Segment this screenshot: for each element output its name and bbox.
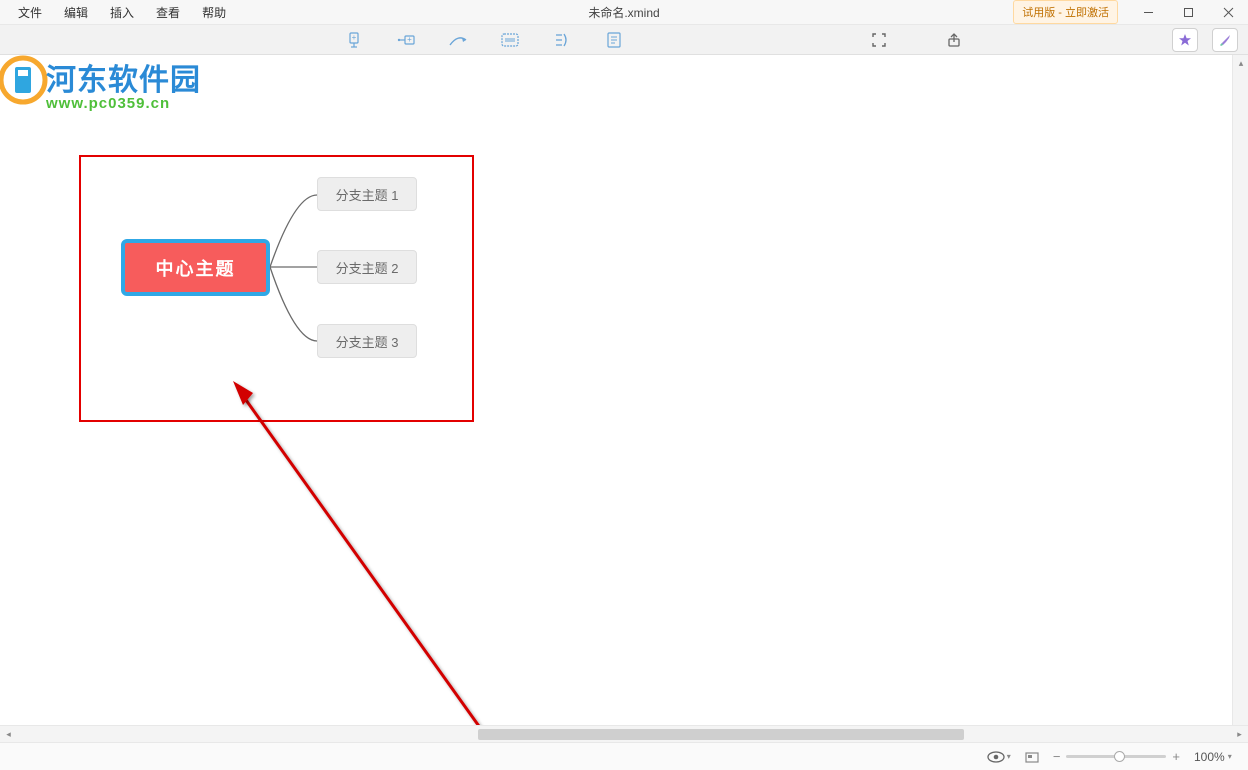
branch-topic-3[interactable]: 分支主题 3 (317, 324, 417, 358)
toolbar-center-group: + + (340, 28, 628, 52)
menu-insert[interactable]: 插入 (100, 0, 144, 25)
window-title: 未命名.xmind (588, 4, 659, 21)
branch-topic-2[interactable]: 分支主题 2 (317, 250, 417, 284)
fitmap-icon[interactable] (865, 28, 893, 52)
summary-icon[interactable] (548, 28, 576, 52)
zoom-out-icon[interactable]: − (1053, 749, 1061, 764)
toolbar: + + (0, 25, 1248, 55)
relationship-icon[interactable] (444, 28, 472, 52)
scroll-up-icon[interactable]: ▴ (1233, 55, 1248, 71)
share-icon[interactable] (940, 28, 968, 52)
zoom-track[interactable] (1066, 755, 1166, 758)
childtopic-icon[interactable]: + (392, 28, 420, 52)
menu-edit[interactable]: 编辑 (54, 0, 98, 25)
annotation-arrow (223, 375, 503, 740)
maximize-button[interactable] (1168, 0, 1208, 25)
zoom-thumb[interactable] (1114, 751, 1125, 762)
hscroll-track[interactable] (17, 726, 1231, 742)
svg-text:+: + (407, 35, 412, 44)
branch-topic-1[interactable]: 分支主题 1 (317, 177, 417, 211)
zoom-value: 100% (1194, 750, 1225, 764)
zen-star-icon[interactable] (1172, 28, 1198, 52)
horizontal-scrollbar[interactable]: ◂ ▸ (0, 725, 1248, 742)
statusbar: ▾ − + 100% ▾ (0, 742, 1248, 770)
note-icon[interactable] (600, 28, 628, 52)
menu-help[interactable]: 帮助 (192, 0, 236, 25)
canvas[interactable]: 河东软件园 www.pc0359.cn 中心主题 分支主题 1 分支主题 2 分… (0, 55, 1248, 740)
zoom-dropdown-icon[interactable]: ▾ (1228, 752, 1232, 761)
trial-badge[interactable]: 试用版 - 立即激活 (1013, 0, 1118, 24)
outline-view-icon[interactable]: ▾ (987, 751, 1011, 763)
fit-window-icon[interactable] (1025, 750, 1039, 764)
vertical-scrollbar[interactable]: ▴ ▾ (1232, 55, 1248, 740)
menu-bar: 文件 编辑 插入 查看 帮助 (0, 0, 236, 25)
subtopic-icon[interactable]: + (340, 28, 368, 52)
menu-view[interactable]: 查看 (146, 0, 190, 25)
watermark-text: 河东软件园 (46, 64, 201, 97)
zoom-level[interactable]: 100% ▾ (1194, 750, 1238, 764)
watermark-logo: 河东软件园 www.pc0359.cn (0, 55, 153, 110)
central-topic[interactable]: 中心主题 (121, 239, 270, 296)
menu-file[interactable]: 文件 (8, 0, 52, 25)
hscroll-thumb[interactable] (478, 729, 964, 740)
close-button[interactable] (1208, 0, 1248, 25)
scroll-right-icon[interactable]: ▸ (1231, 726, 1248, 743)
toolbar-far-group (1172, 28, 1238, 52)
titlebar: 文件 编辑 插入 查看 帮助 未命名.xmind 试用版 - 立即激活 (0, 0, 1248, 25)
window-buttons: 试用版 - 立即激活 (1013, 0, 1248, 24)
boundary-icon[interactable] (496, 28, 524, 52)
scroll-left-icon[interactable]: ◂ (0, 726, 17, 743)
minimize-button[interactable] (1128, 0, 1168, 25)
watermark-url: www.pc0359.cn (46, 95, 201, 112)
zoom-slider[interactable]: − + (1053, 749, 1180, 764)
zoom-in-icon[interactable]: + (1172, 749, 1180, 764)
format-brush-icon[interactable] (1212, 28, 1238, 52)
svg-text:+: + (352, 33, 357, 42)
